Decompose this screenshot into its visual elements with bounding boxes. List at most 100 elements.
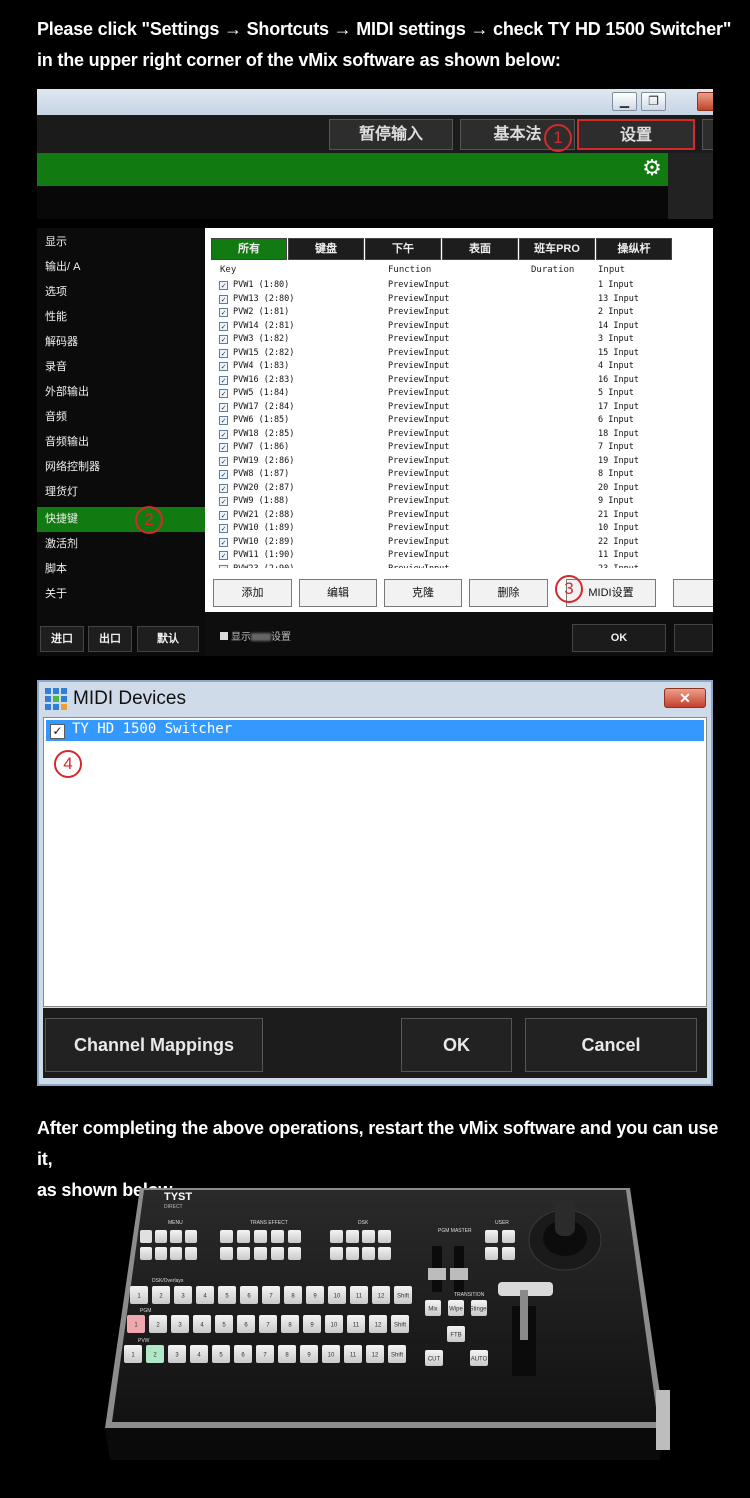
- row-checkbox[interactable]: ✓: [219, 564, 228, 568]
- row-checkbox[interactable]: ✓: [219, 483, 228, 493]
- trans-effect-key[interactable]: [237, 1247, 250, 1260]
- sidebar-item-options[interactable]: 选项: [37, 280, 205, 305]
- tab-shuttle-pro[interactable]: 班车PRO: [519, 238, 595, 260]
- add-button[interactable]: 添加: [213, 579, 292, 607]
- tab-all[interactable]: 所有: [211, 238, 287, 260]
- tab-keyboard[interactable]: 键盘: [288, 238, 364, 260]
- table-row[interactable]: ✓ PVW23 (2:90) PreviewInput 23 Input: [217, 563, 713, 568]
- sidebar-item-tally-light[interactable]: 理货灯: [37, 480, 205, 505]
- table-row[interactable]: ✓ PVW6 (1:85) PreviewInput 6 Input: [217, 414, 713, 428]
- row-checkbox[interactable]: ✓: [219, 443, 228, 452]
- midi-cancel-button[interactable]: Cancel: [525, 1018, 697, 1072]
- settings-cancel-button[interactable]: [674, 624, 713, 652]
- row-checkbox[interactable]: ✓: [219, 470, 228, 479]
- more-button[interactable]: [702, 119, 713, 150]
- show-checkbox[interactable]: 显示 设置: [220, 628, 291, 643]
- trans-effect-key[interactable]: [220, 1247, 233, 1260]
- midi-ok-button[interactable]: OK: [401, 1018, 512, 1072]
- sidebar-item-external-output[interactable]: 外部输出: [37, 380, 205, 405]
- dsk-key[interactable]: [378, 1247, 391, 1260]
- sidebar-item-decoder[interactable]: 解码器: [37, 330, 205, 355]
- sidebar-item-recording[interactable]: 录音: [37, 355, 205, 380]
- row-checkbox[interactable]: ✓: [219, 389, 228, 398]
- table-row[interactable]: ✓ PVW14 (2:81) PreviewInput 14 Input: [217, 320, 713, 334]
- row-checkbox[interactable]: ✓: [219, 281, 228, 290]
- row-checkbox[interactable]: ✓: [219, 294, 228, 304]
- sidebar-item-activation[interactable]: 激活剂: [37, 532, 205, 557]
- pgm-fader-2[interactable]: [450, 1268, 468, 1280]
- sidebar-item-scripts[interactable]: 脚本: [37, 557, 205, 582]
- dsk-key[interactable]: [346, 1247, 359, 1260]
- tab-joystick[interactable]: 操纵杆: [596, 238, 672, 260]
- table-row[interactable]: ✓ PVW20 (2:87) PreviewInput 20 Input: [217, 482, 713, 496]
- trans-effect-key[interactable]: [237, 1230, 250, 1243]
- table-row[interactable]: ✓ PVW15 (2:82) PreviewInput 15 Input: [217, 347, 713, 361]
- table-row[interactable]: ✓ PVW9 (1:88) PreviewInput 9 Input: [217, 495, 713, 509]
- joystick-handle[interactable]: [555, 1200, 575, 1236]
- table-row[interactable]: ✓ PVW21 (2:88) PreviewInput 21 Input: [217, 509, 713, 523]
- row-checkbox[interactable]: ✓: [219, 335, 228, 344]
- table-row[interactable]: ✓ PVW3 (1:82) PreviewInput 3 Input: [217, 333, 713, 347]
- table-row[interactable]: ✓ PVW7 (1:86) PreviewInput 7 Input: [217, 441, 713, 455]
- table-row[interactable]: ✓ PVW11 (1:90) PreviewInput 11 Input: [217, 549, 713, 563]
- show-checkbox-box[interactable]: [220, 632, 228, 640]
- tab-surface[interactable]: 表面: [442, 238, 518, 260]
- table-row[interactable]: ✓ PVW17 (2:84) PreviewInput 17 Input: [217, 401, 713, 415]
- user-key[interactable]: [485, 1247, 498, 1260]
- table-row[interactable]: ✓ PVW16 (2:83) PreviewInput 16 Input: [217, 374, 713, 388]
- table-row[interactable]: ✓ PVW10 (1:89) PreviewInput 10 Input: [217, 522, 713, 536]
- dsk-key[interactable]: [346, 1230, 359, 1243]
- table-row[interactable]: ✓ PVW1 (1:80) PreviewInput 1 Input: [217, 279, 713, 293]
- delete-button[interactable]: 删除: [469, 579, 548, 607]
- tab-midi[interactable]: 下午: [365, 238, 441, 260]
- pause-input-button[interactable]: 暂停输入: [329, 119, 453, 150]
- sidebar-item-audio[interactable]: 音频: [37, 405, 205, 430]
- channel-mappings-button[interactable]: Channel Mappings: [45, 1018, 263, 1072]
- trans-effect-key[interactable]: [288, 1247, 301, 1260]
- row-checkbox[interactable]: ✓: [219, 497, 228, 506]
- user-key[interactable]: [502, 1230, 515, 1243]
- row-checkbox[interactable]: ✓: [219, 321, 228, 331]
- menu-key[interactable]: [140, 1230, 152, 1243]
- sidebar-item-about[interactable]: 关于: [37, 582, 205, 607]
- dsk-key[interactable]: [330, 1247, 343, 1260]
- more-action-button[interactable]: [673, 579, 713, 607]
- dsk-key[interactable]: [330, 1230, 343, 1243]
- row-checkbox[interactable]: ✓: [219, 551, 228, 560]
- row-checkbox[interactable]: ✓: [219, 362, 228, 371]
- table-row[interactable]: ✓ PVW10 (2:89) PreviewInput 22 Input: [217, 536, 713, 550]
- default-button[interactable]: 默认: [137, 626, 199, 652]
- row-checkbox[interactable]: ✓: [219, 429, 228, 439]
- row-checkbox[interactable]: ✓: [219, 524, 228, 533]
- minimize-button[interactable]: ▁: [612, 92, 637, 111]
- row-checkbox[interactable]: ✓: [219, 416, 228, 425]
- table-row[interactable]: ✓ PVW2 (1:81) PreviewInput 2 Input: [217, 306, 713, 320]
- dsk-key[interactable]: [362, 1230, 375, 1243]
- close-button[interactable]: [697, 92, 713, 111]
- settings-button[interactable]: 设置: [577, 119, 695, 150]
- export-button[interactable]: 出口: [88, 626, 132, 652]
- sidebar-item-shortcuts[interactable]: 快捷键: [37, 507, 205, 532]
- sidebar-item-output[interactable]: 输出/ A: [37, 255, 205, 280]
- table-row[interactable]: ✓ PVW18 (2:85) PreviewInput 18 Input: [217, 428, 713, 442]
- user-key[interactable]: [502, 1247, 515, 1260]
- clone-button[interactable]: 克隆: [384, 579, 462, 607]
- import-button[interactable]: 进口: [40, 626, 84, 652]
- menu-key[interactable]: [185, 1230, 197, 1243]
- row-checkbox[interactable]: ✓: [219, 375, 228, 385]
- trans-effect-key[interactable]: [254, 1230, 267, 1243]
- gear-icon[interactable]: ⚙: [640, 156, 664, 180]
- user-key[interactable]: [485, 1230, 498, 1243]
- table-row[interactable]: ✓ PVW19 (2:86) PreviewInput 19 Input: [217, 455, 713, 469]
- row-checkbox[interactable]: ✓: [219, 537, 228, 547]
- trans-effect-key[interactable]: [271, 1230, 284, 1243]
- sidebar-item-performance[interactable]: 性能: [37, 305, 205, 330]
- sidebar-item-display[interactable]: 显示: [37, 230, 205, 255]
- trans-effect-key[interactable]: [271, 1247, 284, 1260]
- trans-effect-key[interactable]: [220, 1230, 233, 1243]
- row-checkbox[interactable]: ✓: [219, 348, 228, 358]
- dsk-key[interactable]: [378, 1230, 391, 1243]
- dsk-key[interactable]: [362, 1247, 375, 1260]
- table-row[interactable]: ✓ PVW5 (1:84) PreviewInput 5 Input: [217, 387, 713, 401]
- table-row[interactable]: ✓ PVW13 (2:80) PreviewInput 13 Input: [217, 293, 713, 307]
